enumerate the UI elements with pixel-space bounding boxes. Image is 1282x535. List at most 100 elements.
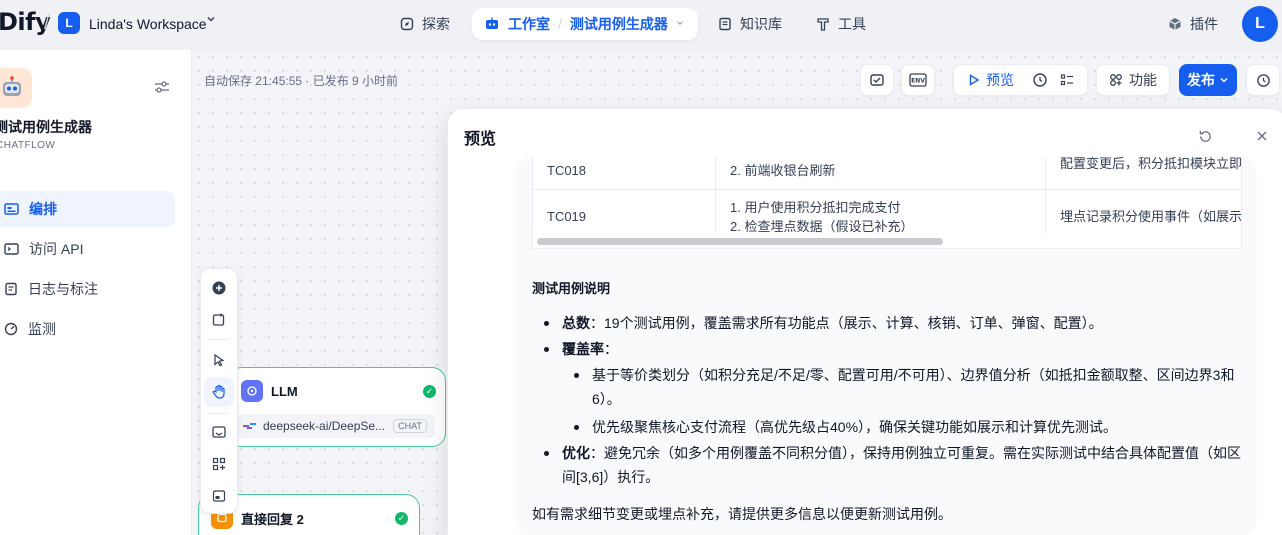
plugins-label: 插件 — [1190, 16, 1218, 32]
workspace-avatar[interactable]: L — [58, 12, 80, 34]
sub-list-item: 基于等价类划分（如积分充足/不足/零、配置可用/不可用）、边界值分析（如抵扣金额… — [574, 363, 1242, 411]
dify-logo[interactable]: Dify — [0, 8, 51, 36]
export-image-tool[interactable] — [204, 417, 234, 447]
success-check-icon: ✓ — [395, 512, 408, 525]
user-avatar[interactable]: L — [1242, 6, 1278, 42]
autosave-status: 自动保存 21:45:55 · 已发布 9 小时前 — [204, 74, 399, 88]
add-node-tool[interactable] — [204, 273, 234, 303]
preview-panel: 预览 TC018 2. 前端收银台刷新 配置变更后，积分抵扣模块立即 TC019… — [447, 108, 1282, 535]
history-icon — [1256, 73, 1271, 88]
breadcrumb-separator: / — [44, 12, 50, 34]
minimap-icon — [212, 489, 226, 503]
list-icon[interactable] — [1060, 73, 1074, 87]
sidebar-item-monitor[interactable]: 监测 — [0, 311, 175, 347]
sub-list-item: 优先级聚焦核心支付流程（高优先级占40%），确保关键功能如展示和计算优先测试。 — [574, 415, 1242, 439]
app-robot-icon — [0, 68, 32, 108]
pointer-tool[interactable] — [204, 345, 234, 375]
sidebar-item-label: 编排 — [29, 201, 57, 217]
download-icon — [211, 424, 227, 440]
plus-circle-icon — [211, 280, 227, 296]
hand-tool[interactable] — [204, 377, 234, 407]
app-title: 测试用例生成器 — [0, 119, 92, 135]
refresh-icon[interactable] — [1198, 129, 1213, 147]
success-check-icon: ✓ — [423, 385, 436, 398]
monitor-icon — [4, 322, 18, 336]
api-icon — [4, 242, 19, 256]
test-case-table: TC018 2. 前端收银台刷新 配置变更后，积分抵扣模块立即 TC019 1.… — [532, 157, 1242, 249]
compass-icon — [400, 17, 414, 31]
history-run-icon[interactable] — [1032, 72, 1048, 88]
canvas-toolbox — [200, 268, 238, 514]
bullet-dot — [544, 451, 549, 456]
close-icon[interactable] — [1256, 129, 1268, 147]
llm-node-header: LLM — [241, 380, 298, 402]
sidebar-item-api[interactable]: 访问 API — [0, 231, 175, 267]
cube-icon — [1168, 17, 1182, 31]
note-icon — [211, 312, 227, 328]
checklist-button[interactable] — [860, 64, 894, 96]
llm-node-title: LLM — [271, 383, 298, 399]
env-button[interactable]: ENV — [901, 64, 935, 96]
nav-tools[interactable]: 工具 — [808, 8, 874, 40]
current-app-name[interactable]: 测试用例生成器 — [570, 14, 668, 34]
table-cell-expected: 配置变更后，积分抵扣模块立即 — [1046, 157, 1241, 189]
sliders-icon[interactable] — [154, 80, 170, 97]
nav-explore[interactable]: 探索 — [392, 8, 458, 40]
organize-tool[interactable] — [204, 449, 234, 479]
footer-text: 如有需求细节变更或埋点补充，请提供更多信息以便更新测试用例。 — [532, 506, 952, 522]
sidebar-item-label: 监测 — [28, 321, 56, 337]
app-switch-chevron-icon[interactable] — [676, 19, 684, 30]
bullet-dot — [574, 425, 579, 430]
llm-model-name: deepseek-ai/DeepSe... — [263, 419, 386, 433]
nav-tools-label: 工具 — [838, 16, 866, 32]
toolbox-divider — [209, 339, 229, 340]
sidebar-item-logs[interactable]: 日志与标注 — [0, 271, 175, 307]
app-sidebar: 测试用例生成器 CHATFLOW 编排 访问 API 日志与标注 监测 — [0, 50, 192, 535]
hand-icon — [211, 384, 227, 400]
list-item: 优化：避免冗余（如多个用例覆盖不同积分值），保持用例独立可重复。需在实际测试中结… — [544, 441, 1242, 489]
workspace-name[interactable]: Linda's Workspace — [89, 16, 207, 32]
book-icon — [718, 17, 732, 31]
reply-node-title: 直接回复 2 — [241, 511, 304, 527]
add-note-tool[interactable] — [204, 305, 234, 335]
top-bar: Dify / L Linda's Workspace 探索 工作室 / 测试用例… — [0, 0, 1282, 50]
assistant-message: TC018 2. 前端收银台刷新 配置变更后，积分抵扣模块立即 TC019 1.… — [515, 157, 1257, 535]
bullet-dot — [544, 321, 549, 326]
grid-icon — [212, 457, 226, 471]
features-label: 功能 — [1129, 72, 1157, 88]
sidebar-item-orchestrate[interactable]: 编排 — [0, 191, 175, 227]
nav-studio[interactable]: 工作室 / 测试用例生成器 — [472, 8, 698, 40]
app-type: CHATFLOW — [0, 140, 56, 151]
bullet-dot — [574, 373, 579, 378]
env-icon: ENV — [909, 73, 927, 87]
llm-model-selector[interactable]: deepseek-ai/DeepSe... CHAT — [235, 414, 435, 438]
minimap-tool[interactable] — [204, 481, 234, 511]
publish-button[interactable]: 发布 — [1179, 64, 1237, 96]
version-history-button[interactable] — [1246, 64, 1280, 96]
chevron-down-icon — [1219, 75, 1229, 85]
table-horizontal-scrollbar[interactable] — [533, 234, 1241, 248]
table-cell-steps: 2. 前端收银台刷新 — [716, 157, 1046, 189]
sidebar-item-label: 日志与标注 — [28, 281, 98, 297]
chat-mode-badge: CHAT — [393, 419, 427, 433]
nav-divider: / — [558, 16, 562, 32]
cursor-icon — [212, 353, 226, 367]
preview-toolbar-group: 预览 — [953, 64, 1088, 96]
nav-knowledge[interactable]: 知识库 — [710, 8, 790, 40]
section-heading: 测试用例说明 — [532, 281, 611, 296]
scrollbar-thumb[interactable] — [537, 238, 943, 245]
checklist-icon — [869, 73, 885, 87]
chevron-down-icon[interactable] — [206, 14, 216, 27]
plugins-button[interactable]: 插件 — [1168, 8, 1218, 40]
llm-node[interactable]: LLM ✓ deepseek-ai/DeepSe... CHAT — [228, 367, 446, 447]
logs-icon — [4, 282, 18, 296]
play-icon[interactable] — [968, 74, 980, 86]
features-button[interactable]: 功能 — [1096, 64, 1170, 96]
orchestrate-icon — [4, 202, 19, 216]
preview-title: 预览 — [464, 131, 497, 148]
list-item: 覆盖率： — [544, 337, 1242, 361]
nav-explore-label: 探索 — [422, 16, 450, 32]
nav-knowledge-label: 知识库 — [740, 16, 782, 32]
preview-button-label[interactable]: 预览 — [986, 70, 1014, 90]
nav-studio-label: 工作室 — [508, 16, 550, 32]
